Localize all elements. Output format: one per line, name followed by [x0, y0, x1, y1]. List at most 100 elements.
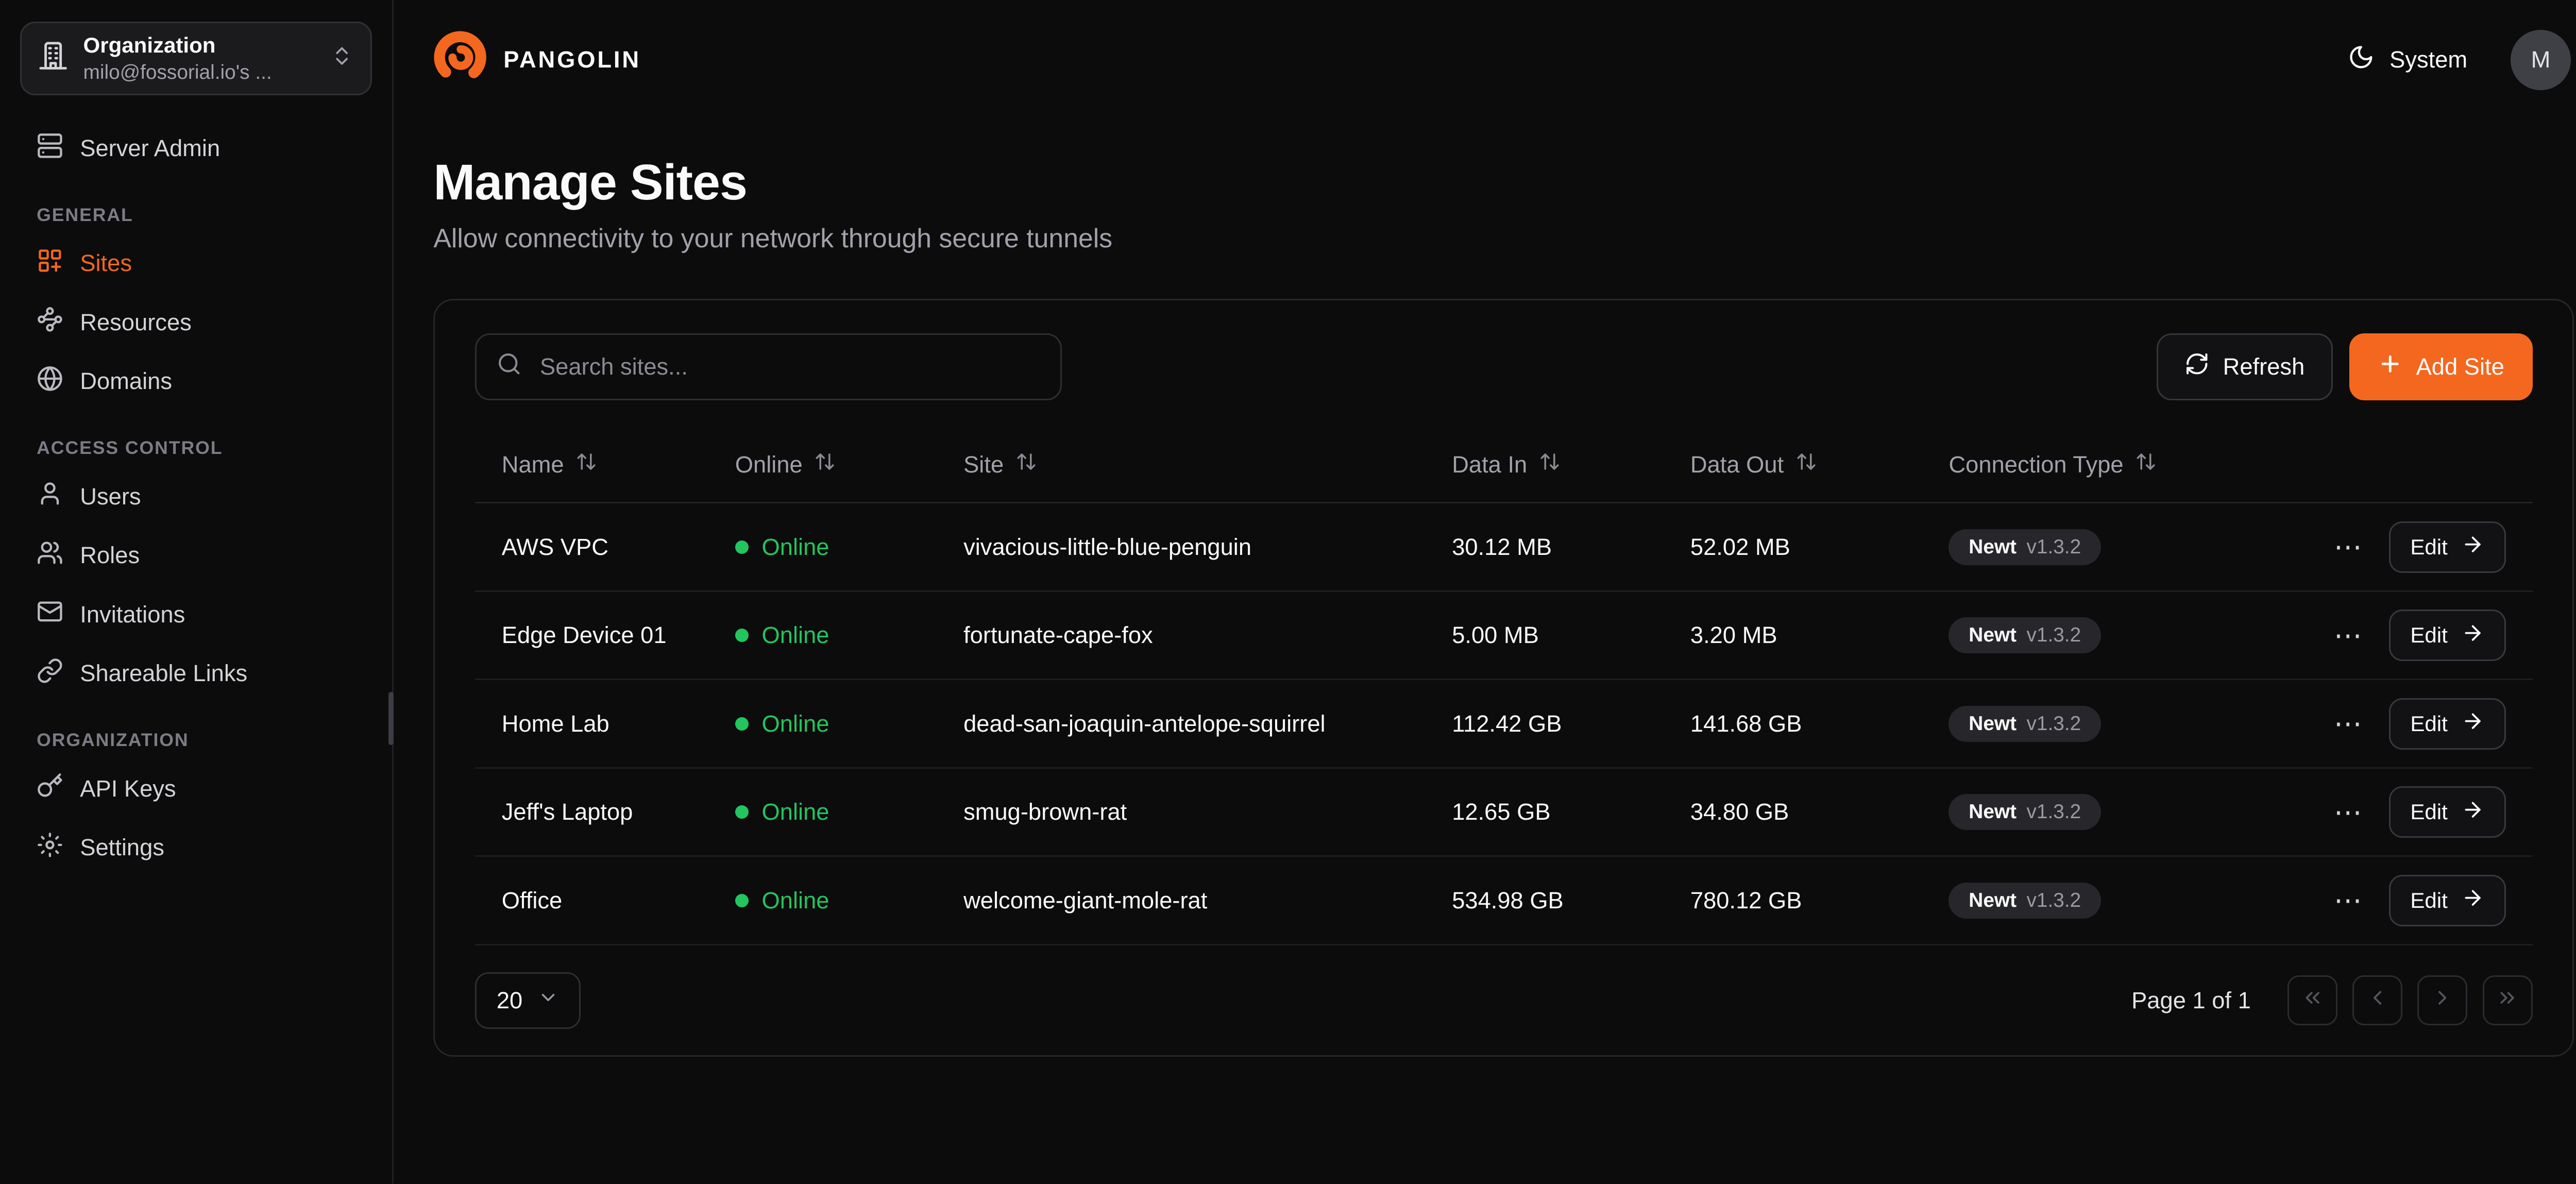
- row-menu-button[interactable]: ⋯: [2329, 883, 2367, 918]
- connection-name: Newt: [1969, 713, 2016, 735]
- row-actions: ⋯ Edit: [2299, 698, 2533, 750]
- app-root: Organization milo@fossorial.io's ... Ser…: [0, 0, 2576, 1183]
- add-site-button[interactable]: Add Site: [2349, 333, 2532, 400]
- connection-badge: Newtv1.3.2: [1948, 794, 2101, 830]
- connection-badge: Newtv1.3.2: [1948, 529, 2101, 565]
- column-header-online[interactable]: Online: [708, 451, 937, 478]
- column-header-data-out[interactable]: Data Out: [1664, 451, 1922, 478]
- sidebar-item-label: Settings: [80, 834, 164, 861]
- sidebar-item-api-keys[interactable]: API Keys: [20, 759, 372, 819]
- refresh-button[interactable]: Refresh: [2157, 333, 2333, 400]
- sidebar-item-roles[interactable]: Roles: [20, 526, 372, 585]
- online-dot-icon: [735, 540, 749, 554]
- online-dot-icon: [735, 717, 749, 731]
- row-menu-button[interactable]: ⋯: [2329, 618, 2367, 653]
- org-selector[interactable]: Organization milo@fossorial.io's ...: [20, 22, 372, 95]
- toolbar: Refresh Add Site: [475, 333, 2533, 400]
- sidebar-item-label: Server Admin: [80, 135, 220, 162]
- sidebar-item-label: Shareable Links: [80, 660, 247, 687]
- sidebar-item-server-admin[interactable]: Server Admin: [20, 119, 372, 178]
- moon-icon: [2348, 44, 2375, 76]
- site-tunnel-id: vivacious-little-blue-penguin: [937, 534, 1425, 561]
- site-tunnel-id: dead-san-joaquin-antelope-squirrel: [937, 711, 1425, 737]
- next-page-button[interactable]: [2417, 975, 2467, 1025]
- sidebar-scrollbar-thumb[interactable]: [388, 692, 394, 746]
- status-text: Online: [762, 622, 829, 649]
- table-row: Home Lab Online dead-san-joaquin-antelop…: [475, 680, 2533, 769]
- sidebar-item-domains[interactable]: Domains: [20, 352, 372, 411]
- sidebar-item-users[interactable]: Users: [20, 467, 372, 527]
- plus-icon: [2378, 351, 2403, 382]
- gear-icon: [37, 832, 63, 864]
- connection-name: Newt: [1969, 536, 2016, 559]
- table-row: Office Online welcome-giant-mole-rat 534…: [475, 857, 2533, 945]
- column-header-site[interactable]: Site: [937, 451, 1425, 478]
- edit-button[interactable]: Edit: [2389, 698, 2506, 750]
- row-menu-button[interactable]: ⋯: [2329, 794, 2367, 830]
- connection-name: Newt: [1969, 801, 2016, 823]
- topbar: PANGOLIN System M: [394, 0, 2576, 120]
- sidebar-item-settings[interactable]: Settings: [20, 818, 372, 877]
- edit-button[interactable]: Edit: [2389, 875, 2506, 926]
- first-page-button[interactable]: [2287, 975, 2337, 1025]
- theme-toggle-button[interactable]: System: [2338, 42, 2478, 78]
- page-size-select[interactable]: 20: [475, 972, 581, 1029]
- data-out-value: 141.68 GB: [1664, 711, 1922, 737]
- site-tunnel-id: welcome-giant-mole-rat: [937, 887, 1425, 914]
- edit-button[interactable]: Edit: [2389, 786, 2506, 838]
- sidebar-item-sites[interactable]: Sites: [20, 234, 372, 293]
- status-text: Online: [762, 887, 829, 914]
- data-out-value: 780.12 GB: [1664, 887, 1922, 914]
- row-menu-button[interactable]: ⋯: [2329, 530, 2367, 565]
- last-page-button[interactable]: [2483, 975, 2533, 1025]
- site-status: Online: [708, 534, 937, 561]
- brand[interactable]: PANGOLIN: [433, 29, 641, 91]
- connection-badge: Newtv1.3.2: [1948, 617, 2101, 653]
- sidebar-item-shareable-links[interactable]: Shareable Links: [20, 644, 372, 703]
- sidebar-item-label: API Keys: [80, 775, 176, 802]
- data-out-value: 52.02 MB: [1664, 534, 1922, 561]
- column-label: Data In: [1452, 451, 1527, 478]
- building-icon: [38, 41, 68, 76]
- online-dot-icon: [735, 805, 749, 819]
- column-label: Connection Type: [1948, 451, 2123, 478]
- section-label-access-control: ACCESS CONTROL: [37, 437, 355, 459]
- site-status: Online: [708, 887, 937, 914]
- connection-type-cell: Newtv1.3.2: [1922, 706, 2299, 742]
- sidebar-item-invitations[interactable]: Invitations: [20, 585, 372, 645]
- sort-icon: [2135, 451, 2157, 478]
- connection-name: Newt: [1969, 889, 2016, 912]
- page-subtitle: Allow connectivity to your network throu…: [433, 223, 2574, 253]
- connection-name: Newt: [1969, 624, 2016, 647]
- globe-icon: [37, 365, 63, 398]
- edit-button[interactable]: Edit: [2389, 610, 2506, 661]
- link-icon: [37, 657, 63, 690]
- row-menu-button[interactable]: ⋯: [2329, 706, 2367, 741]
- main-content: PANGOLIN System M Manage Sites Allow con…: [394, 0, 2576, 1183]
- arrow-right-icon: [2461, 798, 2484, 826]
- chevron-right-icon: [2431, 986, 2454, 1015]
- column-header-data-in[interactable]: Data In: [1425, 451, 1664, 478]
- sidebar-item-resources[interactable]: Resources: [20, 293, 372, 352]
- data-in-value: 5.00 MB: [1425, 622, 1664, 649]
- site-tunnel-id: fortunate-cape-fox: [937, 622, 1425, 649]
- column-header-name[interactable]: Name: [475, 451, 708, 478]
- table-row: Jeff's Laptop Online smug-brown-rat 12.6…: [475, 769, 2533, 857]
- site-name: Edge Device 01: [475, 622, 708, 649]
- chevrons-left-icon: [2301, 986, 2324, 1015]
- connection-version: v1.3.2: [2026, 889, 2081, 912]
- site-status: Online: [708, 799, 937, 825]
- column-label: Data Out: [1690, 451, 1784, 478]
- pager-buttons: [2287, 975, 2533, 1025]
- status-text: Online: [762, 799, 829, 825]
- sort-icon: [1015, 451, 1037, 478]
- prev-page-button[interactable]: [2352, 975, 2402, 1025]
- column-header-connection-type[interactable]: Connection Type: [1922, 451, 2299, 478]
- search-input[interactable]: [536, 352, 1040, 382]
- status-text: Online: [762, 711, 829, 737]
- topbar-right: System M: [2338, 30, 2571, 90]
- edit-button[interactable]: Edit: [2389, 521, 2506, 573]
- avatar[interactable]: M: [2511, 30, 2570, 90]
- row-actions: ⋯ Edit: [2299, 521, 2533, 573]
- search-box: [475, 333, 1062, 400]
